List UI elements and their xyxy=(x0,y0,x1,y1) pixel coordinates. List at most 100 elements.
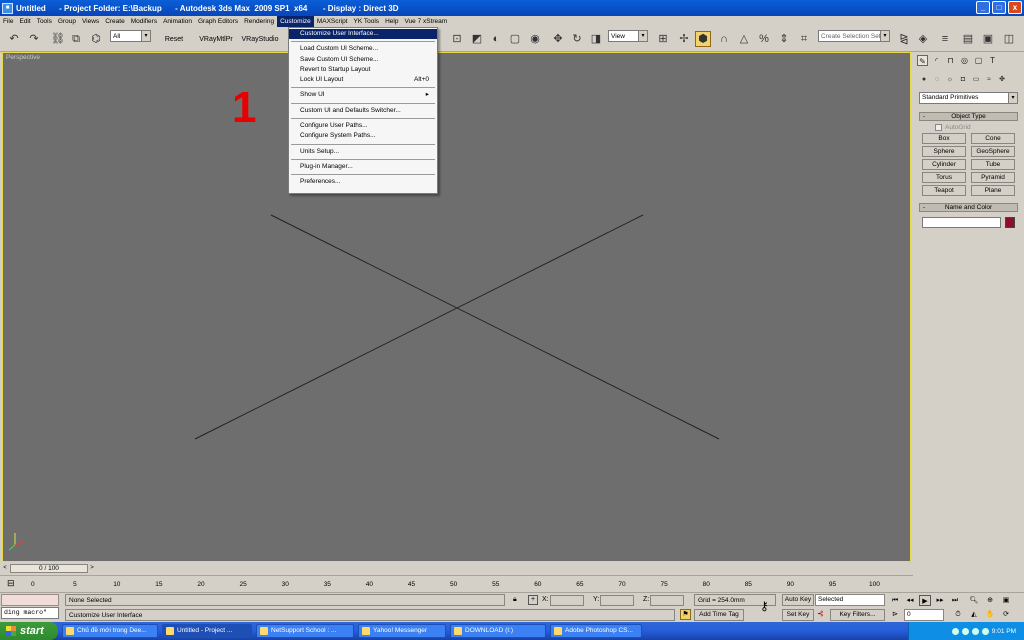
cameras-icon[interactable]: ◘ xyxy=(958,75,968,85)
zoom-all-icon[interactable]: ⊕ xyxy=(984,595,996,606)
cone-button[interactable]: Cone xyxy=(971,133,1015,144)
menu-graph-editors[interactable]: Graph Editors xyxy=(195,16,241,27)
taskbar-item[interactable]: Untitled - Project ... xyxy=(162,624,252,638)
rectangular-selection-icon[interactable]: ▢ xyxy=(507,31,523,47)
menu-item-customize-user-interface[interactable]: Customize User Interface... xyxy=(289,29,437,40)
reset-button[interactable]: Reset xyxy=(160,31,188,47)
taskbar-item[interactable]: NetSupport School : ... xyxy=(256,624,354,638)
messenger-icon[interactable] xyxy=(981,627,989,635)
mini-curve-editor-icon[interactable]: ⊟ xyxy=(7,578,15,589)
absolute-mode-icon[interactable]: + xyxy=(528,595,538,605)
menu-item-load-custom-ui-scheme[interactable]: Load Custom UI Scheme... xyxy=(289,44,437,54)
menu-edit[interactable]: Edit xyxy=(16,16,33,27)
bind-space-warp-icon[interactable]: ⌬ xyxy=(88,31,104,47)
menu-views[interactable]: Views xyxy=(79,16,102,27)
help-icon[interactable] xyxy=(951,627,959,635)
mirror-icon[interactable]: ⧎ xyxy=(896,31,912,47)
previous-frame-icon[interactable]: ◂◂ xyxy=(904,595,916,606)
next-frame-icon[interactable]: ▸▸ xyxy=(934,595,946,606)
menu-group[interactable]: Group xyxy=(55,16,79,27)
start-button[interactable]: start xyxy=(0,622,58,640)
slider-next-icon[interactable]: > xyxy=(88,564,96,573)
object-color-swatch[interactable] xyxy=(1005,217,1015,228)
lock-icon[interactable]: 🔒︎ xyxy=(513,596,517,604)
maxscript-listener[interactable]: ding macro" xyxy=(1,607,59,619)
menu-animation[interactable]: Animation xyxy=(160,16,195,27)
current-frame-field[interactable]: 0 xyxy=(904,609,944,621)
helpers-icon[interactable]: ▭ xyxy=(971,75,981,85)
zoom-icon[interactable]: 🔍︎ xyxy=(968,595,980,606)
menu-modifiers[interactable]: Modifiers xyxy=(128,16,160,27)
edit-named-selection-icon[interactable]: ⌗ xyxy=(796,31,812,47)
pivot-center-icon[interactable]: ⊞ xyxy=(655,31,671,47)
menu-rendering[interactable]: Rendering xyxy=(241,16,277,27)
space-warps-icon[interactable]: ≈ xyxy=(984,75,994,85)
menu-item-plug-in-manager[interactable]: Plug-in Manager... xyxy=(289,162,437,172)
window-crossing-icon[interactable]: ◉ xyxy=(527,31,543,47)
curve-editor-icon[interactable]: ▤ xyxy=(960,31,976,47)
autogrid-checkbox[interactable]: AutoGrid xyxy=(935,124,971,131)
menu-customize[interactable]: Customize xyxy=(277,16,314,27)
modify-tab-icon[interactable]: ◜ xyxy=(931,55,942,66)
play-icon[interactable]: ▶ xyxy=(919,595,931,606)
object-category-dropdown[interactable]: Standard Primitives ▾ xyxy=(919,92,1018,104)
select-by-name-icon[interactable]: ⊡ xyxy=(449,31,465,47)
object-type-rollout[interactable]: - Object Type xyxy=(919,112,1018,121)
select-region-icon[interactable]: ◐ xyxy=(488,31,504,47)
close-button[interactable]: x xyxy=(1008,1,1022,14)
maxscript-listener-top[interactable] xyxy=(1,594,59,606)
scale-icon[interactable]: ◨ xyxy=(588,31,604,47)
z-coordinate-field[interactable] xyxy=(650,595,684,606)
y-coordinate-field[interactable] xyxy=(600,595,634,606)
align-icon[interactable]: ◈ xyxy=(915,31,931,47)
selection-filter-dropdown[interactable]: All ▾ xyxy=(110,30,151,42)
vray-mtl-button[interactable]: VRayMtlPr xyxy=(198,31,234,47)
menu-help[interactable]: Help xyxy=(382,16,401,27)
material-editor-icon[interactable]: ◫ xyxy=(1001,31,1017,47)
menu-item-revert-to-startup-layout[interactable]: Revert to Startup Layout xyxy=(289,65,437,75)
x-coordinate-field[interactable] xyxy=(550,595,584,606)
unlink-icon[interactable]: ⧉ xyxy=(68,31,84,47)
schematic-view-icon[interactable]: ▣ xyxy=(980,31,996,47)
torus-button[interactable]: Torus xyxy=(922,172,966,183)
zoom-extents-icon[interactable]: ▣ xyxy=(1000,595,1012,606)
undo-icon[interactable]: ↶ xyxy=(6,31,22,47)
select-link-icon[interactable]: ⛓ xyxy=(50,31,66,47)
display-tab-icon[interactable]: ▢ xyxy=(973,55,984,66)
menu-item-save-custom-ui-scheme[interactable]: Save Custom UI Scheme... xyxy=(289,55,437,65)
maximize-button[interactable]: □ xyxy=(992,1,1006,14)
key-icon[interactable]: ⚷ xyxy=(760,599,769,613)
reference-coordinate-dropdown[interactable]: View ▾ xyxy=(608,30,648,42)
menu-item-units-setup[interactable]: Units Setup... xyxy=(289,147,437,157)
perspective-viewport[interactable]: Perspective 1 xyxy=(2,52,911,562)
menu-maxscript[interactable]: MAXScript xyxy=(314,16,351,27)
menu-tools[interactable]: Tools xyxy=(34,16,55,27)
hierarchy-tab-icon[interactable]: ⊓ xyxy=(945,55,956,66)
spinner-snap-icon[interactable]: ⇕ xyxy=(776,31,792,47)
select-object-icon[interactable]: ◩ xyxy=(469,31,485,47)
default-in-out-tangent-icon[interactable]: ⊰ xyxy=(817,609,824,618)
box-button[interactable]: Box xyxy=(922,133,966,144)
menu-item-custom-ui-and-defaults-switcher[interactable]: Custom UI and Defaults Switcher... xyxy=(289,106,437,116)
field-of-view-icon[interactable]: ◭ xyxy=(968,609,980,620)
tube-button[interactable]: Tube xyxy=(971,159,1015,170)
taskbar-item[interactable]: Adobe Photoshop CS... xyxy=(550,624,642,638)
pyramid-button[interactable]: Pyramid xyxy=(971,172,1015,183)
taskbar-item[interactable]: Chủ đề mới trong Dee... xyxy=(62,624,158,638)
time-configuration-icon[interactable]: ⏱ xyxy=(952,609,964,620)
select-manipulate-icon[interactable]: ✢ xyxy=(676,31,692,47)
menu-item-lock-ui-layout[interactable]: Lock UI Layout Alt+0 xyxy=(289,75,437,85)
time-slider-handle[interactable]: 0 / 100 xyxy=(10,564,88,573)
named-selection-set-dropdown[interactable]: Create Selection Set ▾ xyxy=(818,30,890,42)
object-name-field[interactable] xyxy=(922,217,1001,228)
menu-item-show-ui[interactable]: Show UI ▸ xyxy=(289,90,437,100)
name-and-color-rollout[interactable]: - Name and Color xyxy=(919,203,1018,212)
slider-prev-icon[interactable]: < xyxy=(1,564,9,573)
systems-icon[interactable]: ✤ xyxy=(997,75,1007,85)
key-mode-dropdown[interactable]: Selected xyxy=(815,594,885,606)
time-tag-icon[interactable]: ⚑ xyxy=(680,609,691,620)
keyboard-shortcut-override-icon[interactable]: ⬢ xyxy=(695,31,711,47)
network-icon[interactable] xyxy=(961,627,969,635)
track-bar[interactable]: ⊟ 0 5 10 15 20 25 30 35 40 45 50 55 60 65 70 75 80 85 90 95… xyxy=(0,575,913,592)
arc-rotate-icon[interactable]: ⟳ xyxy=(1000,609,1012,620)
